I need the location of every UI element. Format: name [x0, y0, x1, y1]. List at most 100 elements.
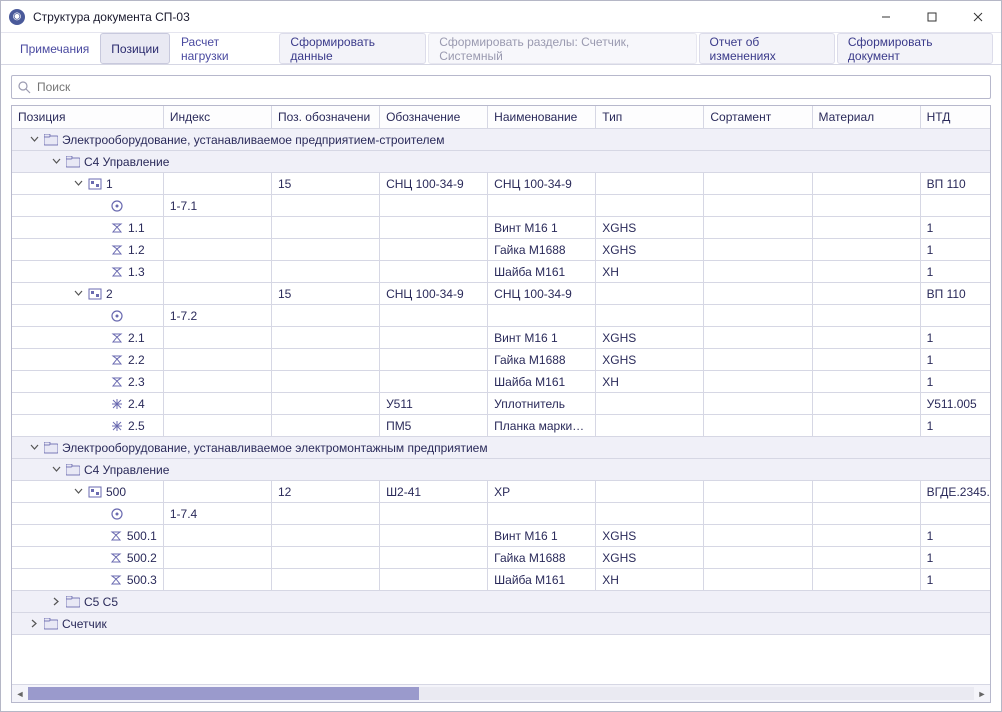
table-row[interactable]: 50012Ш2-41XPВГДЕ.2345.897 ТУ — [12, 481, 990, 503]
cell-sort — [704, 547, 812, 569]
cell-designation — [380, 371, 488, 393]
cell-type: XGHS — [596, 547, 704, 569]
cell-ntd: 1 — [920, 327, 990, 349]
chevron-right-icon[interactable] — [50, 596, 62, 608]
cell-index: 1-7.1 — [163, 195, 271, 217]
form-data-button[interactable]: Сформировать данные — [279, 33, 426, 64]
cell-designation — [380, 261, 488, 283]
asm-icon — [88, 287, 102, 301]
chevron-down-icon[interactable] — [50, 464, 62, 476]
change-report-button[interactable]: Отчет об изменениях — [699, 33, 835, 64]
asm-icon — [88, 485, 102, 499]
minimize-button[interactable] — [863, 1, 909, 32]
cell-designation — [380, 503, 488, 525]
table-row[interactable]: 2.5ПМ5Планка марки…1 — [12, 415, 990, 437]
tab-positions[interactable]: Позиции — [100, 33, 170, 64]
cell-material — [812, 525, 920, 547]
cell-ntd — [920, 503, 990, 525]
cell-index — [163, 327, 271, 349]
cell-sort — [704, 327, 812, 349]
cell-type — [596, 173, 704, 195]
scroll-left-arrow[interactable]: ◄ — [12, 685, 28, 702]
chevron-down-icon[interactable] — [28, 134, 40, 146]
cell-index — [163, 415, 271, 437]
scroll-right-arrow[interactable]: ► — [974, 685, 990, 702]
cell-posdesig — [271, 415, 379, 437]
table-row[interactable]: 1.3Шайба М161XH1 — [12, 261, 990, 283]
std-icon — [110, 331, 124, 345]
cell-ntd: 1 — [920, 349, 990, 371]
group-row[interactable]: Электрооборудование, устанавливаемое пре… — [12, 129, 990, 151]
col-designation[interactable]: Обозначение — [380, 106, 488, 129]
ref-icon — [110, 199, 124, 213]
cell-type: XGHS — [596, 525, 704, 547]
table-row[interactable]: 2.4У511УплотнительУ511.005 — [12, 393, 990, 415]
col-position[interactable]: Позиция — [12, 106, 163, 129]
table-row[interactable]: 2.2Гайка М1688XGHS1 — [12, 349, 990, 371]
table-row[interactable]: 500.2Гайка М1688XGHS1 — [12, 547, 990, 569]
cell-sort — [704, 173, 812, 195]
cell-sort — [704, 415, 812, 437]
table-row[interactable]: 215СНЦ 100-34-9СНЦ 100-34-9ВП 110 — [12, 283, 990, 305]
scroll-thumb[interactable] — [28, 687, 419, 700]
tab-notes[interactable]: Примечания — [9, 33, 100, 64]
col-ntd[interactable]: НТД — [920, 106, 990, 129]
cell-position: 2.4 — [128, 397, 145, 411]
col-sort[interactable]: Сортамент — [704, 106, 812, 129]
table-row[interactable]: 1-7.1 — [12, 195, 990, 217]
table-row[interactable]: 500.3Шайба М161XH1 — [12, 569, 990, 591]
search-box[interactable] — [11, 75, 991, 99]
cell-name: Уплотнитель — [488, 393, 596, 415]
cell-posdesig: 12 — [271, 481, 379, 503]
std-icon — [109, 529, 123, 543]
group-row[interactable]: Счетчик — [12, 613, 990, 635]
ref-icon — [110, 309, 124, 323]
search-icon — [18, 81, 31, 94]
maximize-button[interactable] — [909, 1, 955, 32]
col-name[interactable]: Наименование — [488, 106, 596, 129]
cell-name — [488, 305, 596, 327]
horizontal-scrollbar[interactable]: ◄ ► — [12, 684, 990, 702]
table-row[interactable]: 115СНЦ 100-34-9СНЦ 100-34-9ВП 110 — [12, 173, 990, 195]
cell-posdesig: 15 — [271, 173, 379, 195]
chevron-down-icon[interactable] — [72, 486, 84, 498]
col-pos-designation[interactable]: Поз. обозначени — [271, 106, 379, 129]
table-row[interactable]: 1.1Винт М16 1XGHS1 — [12, 217, 990, 239]
cell-designation — [380, 195, 488, 217]
chevron-down-icon[interactable] — [50, 156, 62, 168]
col-index[interactable]: Индекс — [163, 106, 271, 129]
col-type[interactable]: Тип — [596, 106, 704, 129]
cell-index — [163, 261, 271, 283]
chevron-down-icon[interactable] — [72, 178, 84, 190]
chevron-right-icon[interactable] — [28, 618, 40, 630]
toolbar: Примечания Позиции Расчет нагрузки Сформ… — [1, 33, 1001, 65]
cell-position: 1.1 — [128, 221, 145, 235]
form-document-button[interactable]: Сформировать документ — [837, 33, 993, 64]
tab-load-calc[interactable]: Расчет нагрузки — [170, 33, 277, 64]
cell-material — [812, 261, 920, 283]
folder-icon — [44, 617, 58, 631]
table-row[interactable]: 500.1Винт М16 1XGHS1 — [12, 525, 990, 547]
group-row[interactable]: С4 Управление — [12, 459, 990, 481]
cell-material — [812, 195, 920, 217]
cell-type — [596, 195, 704, 217]
table-row[interactable]: 2.1Винт М16 1XGHS1 — [12, 327, 990, 349]
cell-name: Шайба М161 — [488, 261, 596, 283]
cell-index — [163, 481, 271, 503]
table-row[interactable]: 1-7.4 — [12, 503, 990, 525]
cell-position: 500 — [106, 485, 126, 499]
grid-scroll[interactable]: Позиция Индекс Поз. обозначени Обозначен… — [12, 106, 990, 684]
search-input[interactable] — [35, 79, 984, 95]
chevron-down-icon[interactable] — [28, 442, 40, 454]
close-button[interactable] — [955, 1, 1001, 32]
table-row[interactable]: 2.3Шайба М161XH1 — [12, 371, 990, 393]
col-material[interactable]: Материал — [812, 106, 920, 129]
group-row[interactable]: С5 С5 — [12, 591, 990, 613]
group-row[interactable]: С4 Управление — [12, 151, 990, 173]
group-row[interactable]: Электрооборудование, устанавливаемое эле… — [12, 437, 990, 459]
table-row[interactable]: 1.2Гайка М1688XGHS1 — [12, 239, 990, 261]
form-sections-button[interactable]: Сформировать разделы: Счетчик, Системный — [428, 33, 696, 64]
chevron-down-icon[interactable] — [72, 288, 84, 300]
table-row[interactable]: 1-7.2 — [12, 305, 990, 327]
cell-material — [812, 239, 920, 261]
